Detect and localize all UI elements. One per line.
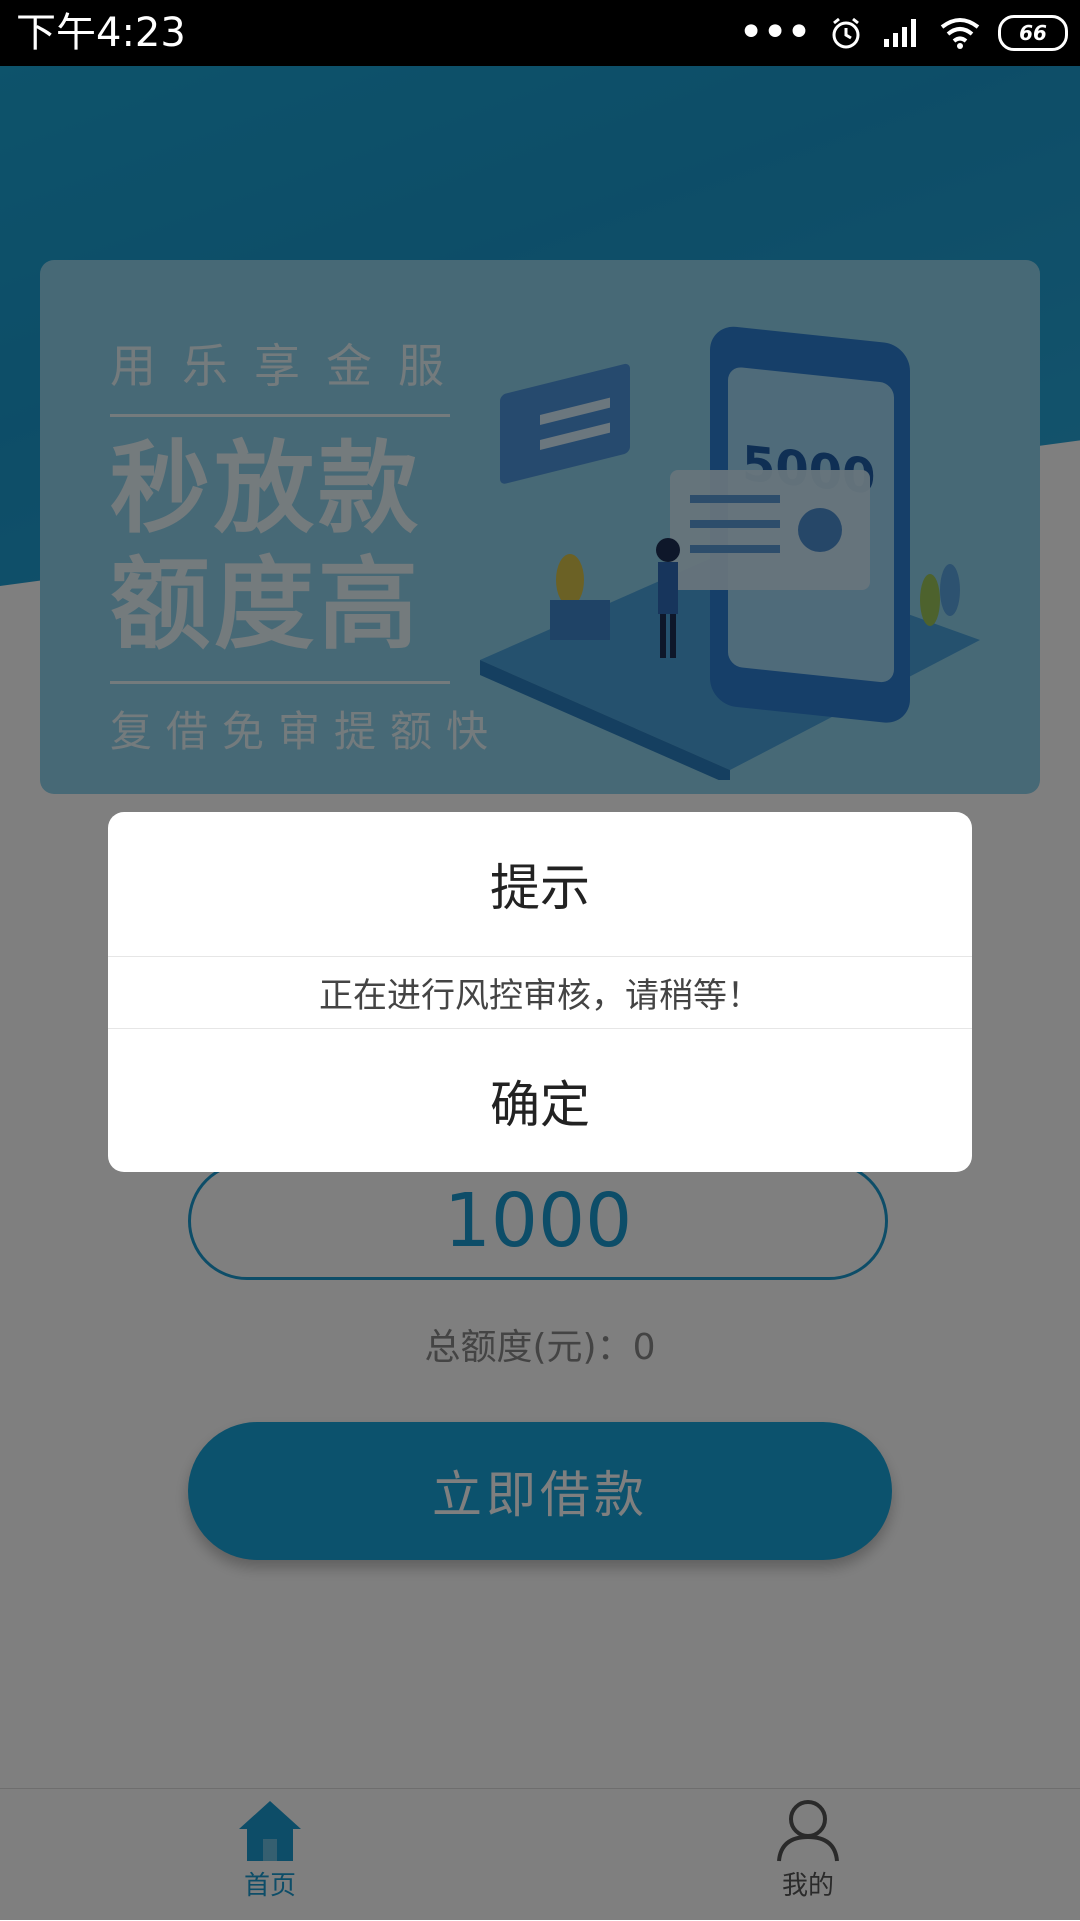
dialog-title: 提示	[108, 812, 972, 957]
alarm-icon	[832, 17, 860, 49]
status-bar: 下午4:23 ••• 66	[0, 0, 1080, 66]
more-dots-icon: •••	[738, 7, 812, 58]
signal-icon	[884, 19, 916, 47]
battery-icon: 66	[998, 15, 1068, 51]
dialog-message: 正在进行风控审核，请稍等！	[108, 957, 972, 1029]
confirm-button[interactable]: 确定	[108, 1029, 972, 1172]
status-icons: ••• 66	[738, 7, 1068, 58]
wifi-icon	[940, 18, 980, 49]
battery-level: 66	[1019, 21, 1047, 45]
status-time: 下午4:23	[16, 10, 186, 56]
alert-dialog: 提示 正在进行风控审核，请稍等！ 确定	[108, 812, 972, 1172]
